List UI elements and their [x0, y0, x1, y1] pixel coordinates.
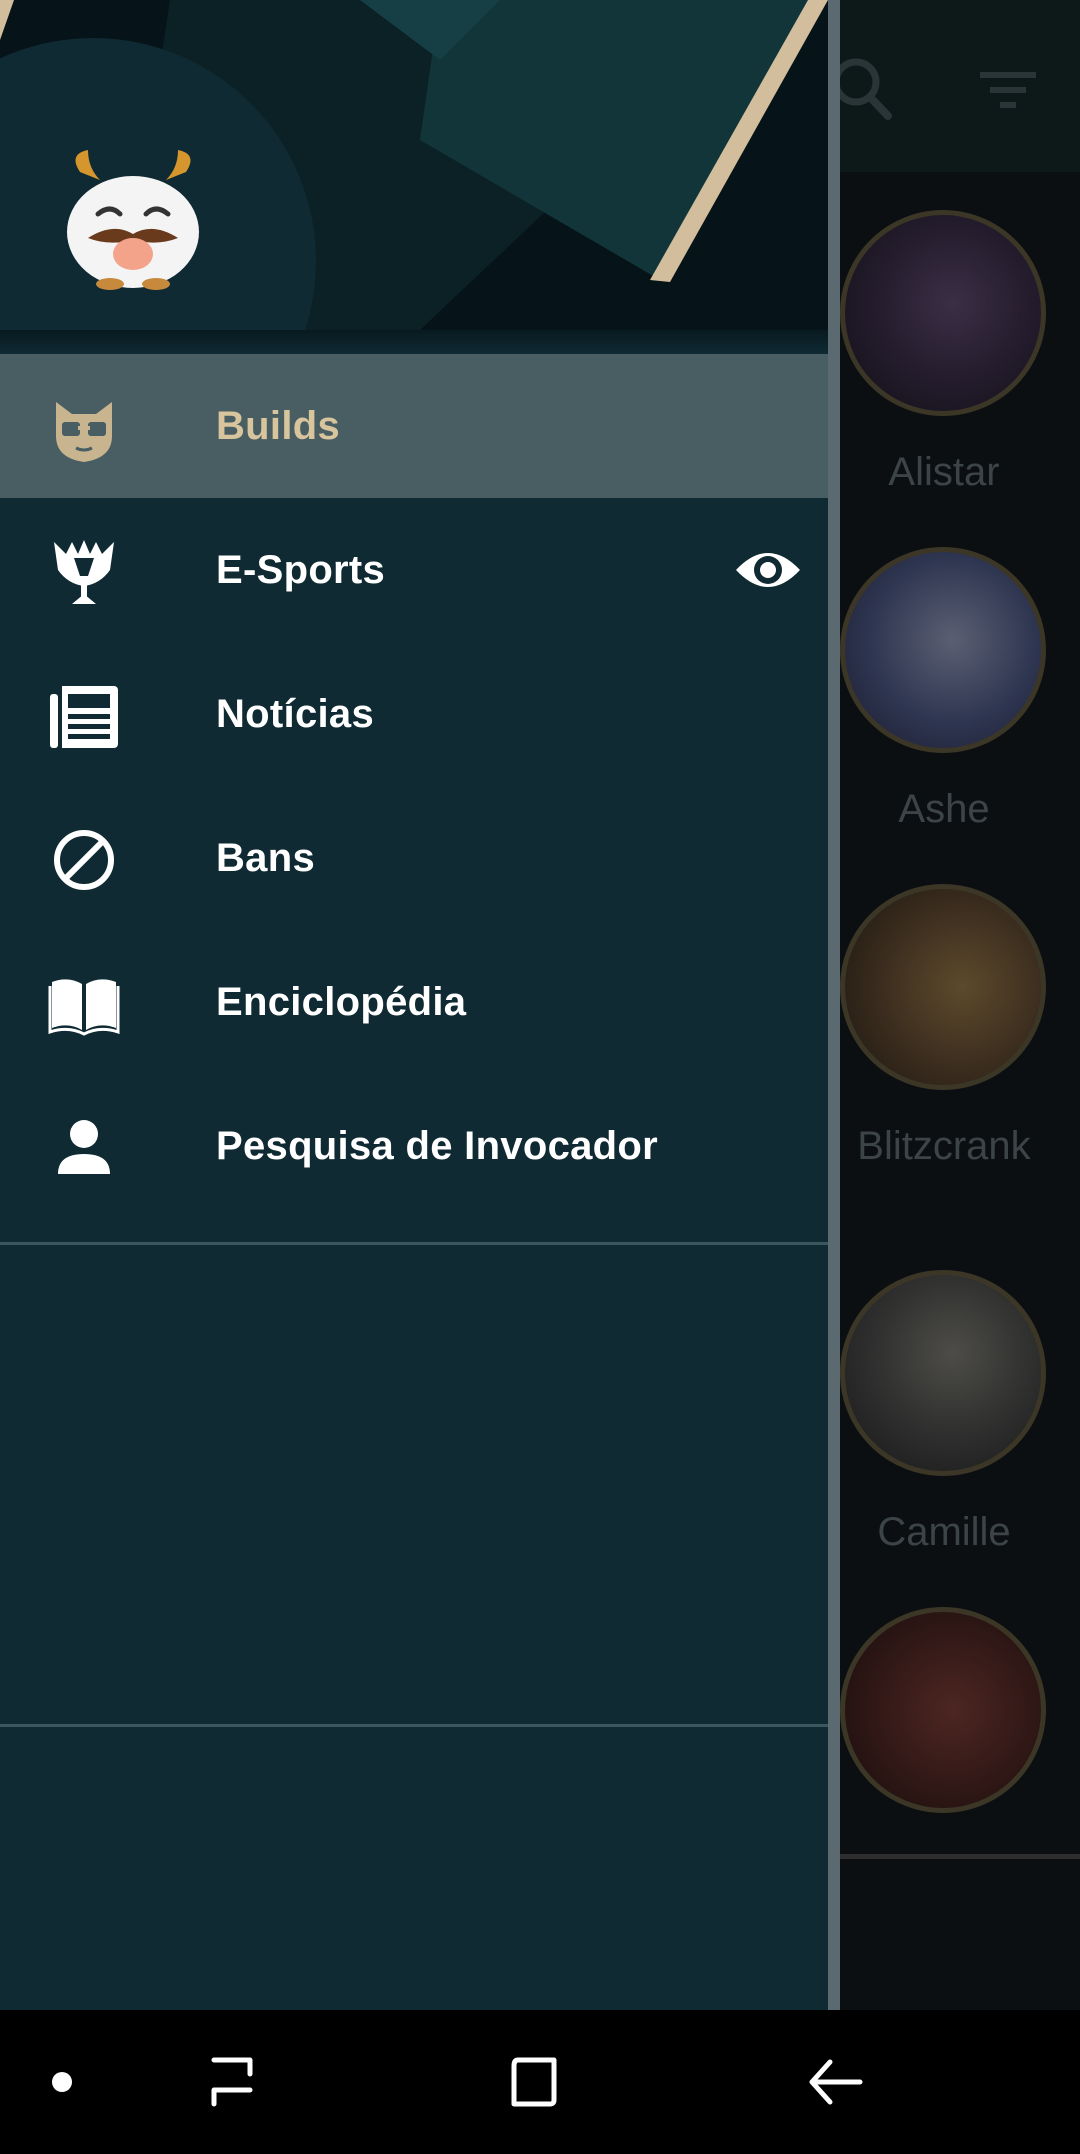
menu-label: Bans — [216, 836, 316, 880]
champion-portrait — [840, 884, 1046, 1090]
menu-item-pesquisa-invocador[interactable]: Pesquisa de Invocador — [0, 1074, 828, 1218]
menu-item-esports[interactable]: E-Sports — [0, 498, 828, 642]
champion-card[interactable]: Camille — [840, 1270, 1046, 1610]
drawer-divider — [0, 1242, 828, 1245]
cat-mask-icon — [46, 390, 122, 466]
menu-label: Pesquisa de Invocador — [216, 1124, 659, 1168]
drawer-divider — [0, 1724, 828, 1727]
menu-label: E-Sports — [216, 548, 386, 592]
drawer-header — [0, 0, 828, 330]
filter-icon[interactable] — [968, 50, 1048, 130]
worlds-trophy-icon — [46, 534, 122, 610]
champion-card[interactable]: Ashe — [840, 547, 1046, 887]
dot-icon[interactable] — [26, 2046, 98, 2118]
champion-name: Ashe — [898, 787, 990, 831]
champion-portrait — [840, 547, 1046, 753]
menu-item-builds[interactable]: Builds — [0, 354, 828, 498]
navigation-drawer: Builds E-Sports Notícias Bans Enciclopéd… — [0, 0, 828, 2010]
menu-item-bans[interactable]: Bans — [0, 786, 828, 930]
menu-item-enciclopedia[interactable]: Enciclopédia — [0, 930, 828, 1074]
champion-card[interactable]: Alistar — [840, 210, 1046, 550]
book-icon — [46, 966, 122, 1042]
champion-portrait — [840, 210, 1046, 416]
back-icon[interactable] — [800, 2046, 872, 2118]
menu-item-noticias[interactable]: Notícias — [0, 642, 828, 786]
list-divider — [836, 1854, 1080, 1859]
recents-icon[interactable] — [196, 2046, 268, 2118]
ban-icon — [46, 822, 122, 898]
system-nav-bar — [0, 2010, 1080, 2154]
menu-label: Enciclopédia — [216, 980, 467, 1024]
champion-portrait — [840, 1270, 1046, 1476]
person-icon — [46, 1110, 122, 1186]
champion-name: Blitzcrank — [857, 1124, 1031, 1168]
drawer-scroll-edge — [828, 0, 840, 2010]
newspaper-icon — [46, 678, 122, 754]
champion-name: Camille — [877, 1510, 1011, 1554]
champion-card[interactable]: Blitzcrank — [840, 884, 1046, 1224]
avatar[interactable] — [58, 142, 208, 292]
champion-card[interactable] — [840, 1607, 1046, 1947]
home-icon[interactable] — [498, 2046, 570, 2118]
champion-portrait — [840, 1607, 1046, 1813]
menu-label: Builds — [216, 404, 341, 448]
champion-name: Alistar — [888, 450, 1000, 494]
eye-icon[interactable] — [734, 542, 802, 598]
header-shadow — [0, 330, 828, 354]
menu-label: Notícias — [216, 692, 375, 736]
